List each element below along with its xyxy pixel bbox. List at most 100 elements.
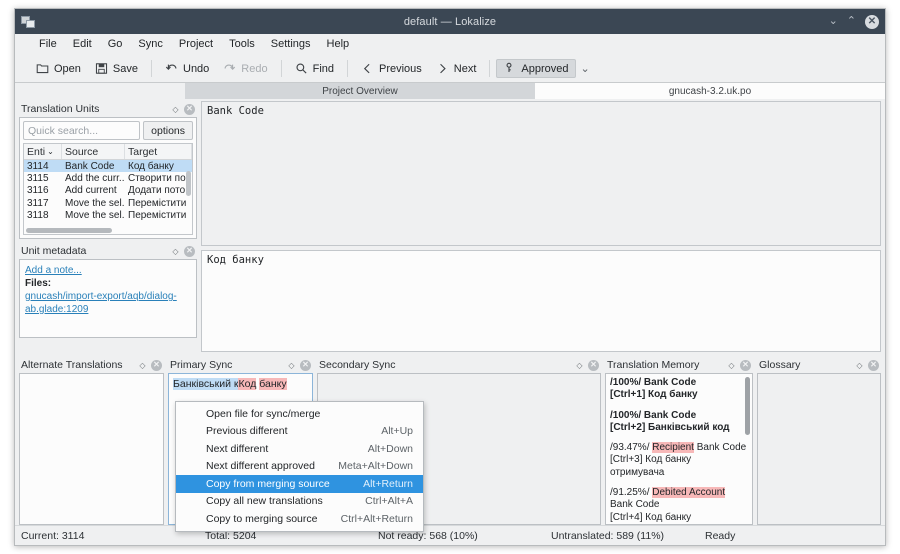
cell-target: Перемістити (128, 197, 187, 209)
tab-gnucash-po[interactable]: gnucash-3.2.uk.po (535, 83, 885, 99)
tab-project-overview[interactable]: Project Overview (185, 83, 535, 99)
list-item[interactable]: /93.47%/ Recipient Bank Code [Ctrl+3] Ко… (610, 442, 748, 479)
close-icon[interactable]: ✕ (740, 359, 751, 371)
cell-source: Add current (65, 185, 117, 197)
unit-metadata-titlebar: Unit metadata ◇ ✕ (19, 243, 197, 259)
translation-units-table[interactable]: Enti ⌄ Source Target 3114 Bank Code Код … (23, 143, 193, 235)
glossary-content (758, 374, 880, 524)
translation-memory-titlebar: Translation Memory ◇ ✕ (605, 357, 753, 373)
files-label: Files: (25, 278, 52, 289)
toolbar-separator-1 (151, 60, 152, 77)
menu-project[interactable]: Project (171, 36, 221, 52)
cell-entry: 3118 (27, 210, 49, 222)
tm-translation: [Ctrl+2] Банківський код (610, 421, 730, 433)
status-bar: Current: 3114 Total: 5204 Not ready: 568… (15, 525, 885, 545)
table-row[interactable]: 3115 Add the curr... Створити по (24, 172, 192, 184)
float-icon[interactable]: ◇ (137, 360, 148, 371)
context-menu-item[interactable]: Next different approved Meta+Alt+Down (176, 458, 423, 476)
close-icon[interactable]: ✕ (151, 359, 162, 371)
list-item[interactable]: /100%/ Bank Code [Ctrl+2] Банківський ко… (610, 410, 748, 435)
table-header: Enti ⌄ Source Target (24, 144, 192, 160)
menu-item-label: Copy from merging source (206, 477, 330, 490)
tm-match-percent: /93.47%/ (610, 442, 650, 454)
menu-sync[interactable]: Sync (130, 36, 170, 52)
context-menu-item[interactable]: Next different Alt+Down (176, 440, 423, 458)
target-text-editor[interactable]: Код банку (201, 250, 881, 352)
diff-segment-common: Банківський к (173, 378, 239, 390)
secondary-sync-titlebar: Secondary Sync ◇ ✕ (317, 357, 601, 373)
translation-memory-body[interactable]: /100%/ Bank Code [Ctrl+1] Код банку /100… (605, 373, 753, 525)
menu-edit[interactable]: Edit (65, 36, 100, 52)
column-header-target[interactable]: Target (125, 144, 192, 159)
cell-target: Додати пото (128, 185, 186, 197)
float-icon[interactable]: ◇ (170, 246, 181, 257)
column-header-source[interactable]: Source (62, 144, 125, 159)
add-note-link[interactable]: Add a note... (25, 265, 82, 276)
float-icon[interactable]: ◇ (286, 360, 297, 371)
table-row[interactable]: 3117 Move the sel... Перемістити (24, 197, 192, 209)
context-menu-item-selected[interactable]: Copy from merging source Alt+Return (176, 475, 423, 493)
close-icon[interactable]: ✕ (588, 359, 599, 371)
status-current: Current: 3114 (21, 529, 85, 542)
table-row[interactable]: 3116 Add current Додати пото (24, 185, 192, 197)
table-row[interactable]: 3114 Bank Code Код банку (24, 160, 192, 173)
menu-item-label: Open file for sync/merge (206, 407, 321, 420)
search-input[interactable] (23, 121, 141, 140)
find-button[interactable]: Find (288, 59, 341, 78)
float-icon[interactable]: ◇ (726, 360, 737, 371)
translation-units-title: Translation Units (21, 103, 100, 115)
title-bar: default — Lokalize ⌄ ⌃ ✕ (15, 9, 885, 34)
lower-dock-area: Alternate Translations ◇ ✕ Primary Sync … (19, 357, 881, 525)
alternate-translations-body[interactable] (19, 373, 164, 525)
tm-source-highlight: Recipient (652, 442, 694, 454)
vertical-scrollbar[interactable] (186, 171, 191, 196)
save-button[interactable]: Save (88, 59, 145, 78)
maximize-icon[interactable]: ⌃ (847, 16, 856, 27)
menu-tools[interactable]: Tools (221, 36, 263, 52)
undo-button[interactable]: Undo (158, 59, 216, 78)
sync-context-menu[interactable]: Open file for sync/merge Previous differ… (175, 401, 424, 532)
float-icon[interactable]: ◇ (170, 104, 181, 115)
table-row[interactable]: 3118 Move the sel... Перемістити (24, 210, 192, 222)
close-icon[interactable]: ✕ (300, 359, 311, 371)
context-menu-item[interactable]: Copy to merging source Ctrl+Alt+Return (176, 510, 423, 528)
float-icon[interactable]: ◇ (574, 360, 585, 371)
glossary-titlebar: Glossary ◇ ✕ (757, 357, 881, 373)
menu-item-shortcut: Alt+Down (367, 442, 413, 455)
context-menu-item[interactable]: Open file for sync/merge (176, 405, 423, 423)
close-icon[interactable]: ✕ (868, 359, 879, 371)
diff-segment-changed-1: Код (238, 378, 257, 390)
menu-file[interactable]: File (31, 36, 65, 52)
menu-help[interactable]: Help (319, 36, 358, 52)
source-text-view: Bank Code (201, 101, 881, 246)
float-icon[interactable]: ◇ (854, 360, 865, 371)
list-item[interactable]: /100%/ Bank Code [Ctrl+1] Код банку (610, 377, 748, 402)
list-item[interactable]: /91.25%/ Debited Account Bank Code [Ctrl… (610, 487, 748, 524)
options-button[interactable]: options (143, 121, 193, 140)
chevron-left-icon (361, 62, 374, 75)
glossary-body[interactable] (757, 373, 881, 525)
file-path-link[interactable]: gnucash/import-export/aqb/dialog-ab.glad… (25, 291, 177, 315)
horizontal-scrollbar[interactable] (26, 228, 112, 233)
folder-icon (36, 62, 49, 75)
tm-source-highlight: Debited Account (652, 487, 726, 499)
menu-go[interactable]: Go (100, 36, 131, 52)
open-button[interactable]: Open (29, 59, 88, 78)
toolbar-separator-3 (347, 60, 348, 77)
context-menu-item[interactable]: Previous different Alt+Up (176, 423, 423, 441)
find-label: Find (312, 62, 334, 75)
minimize-icon[interactable]: ⌄ (829, 16, 838, 27)
close-icon[interactable]: ✕ (184, 245, 195, 257)
previous-button[interactable]: Previous (354, 59, 429, 78)
column-header-entry[interactable]: Enti ⌄ (24, 144, 62, 159)
next-button[interactable]: Next (429, 59, 484, 78)
unit-metadata-dock: Unit metadata ◇ ✕ Add a note... Files: g… (19, 243, 197, 338)
vertical-scrollbar[interactable] (745, 377, 750, 435)
close-icon[interactable]: ✕ (184, 103, 195, 115)
approved-dropdown-arrow-icon[interactable]: ⌄ (576, 59, 597, 78)
menu-settings[interactable]: Settings (263, 36, 319, 52)
status-untranslated: Untranslated: 589 (11%) (551, 529, 665, 542)
close-icon[interactable]: ✕ (865, 14, 879, 29)
context-menu-item[interactable]: Copy all new translations Ctrl+Alt+A (176, 493, 423, 511)
approved-toggle-button[interactable]: Approved (496, 59, 576, 78)
